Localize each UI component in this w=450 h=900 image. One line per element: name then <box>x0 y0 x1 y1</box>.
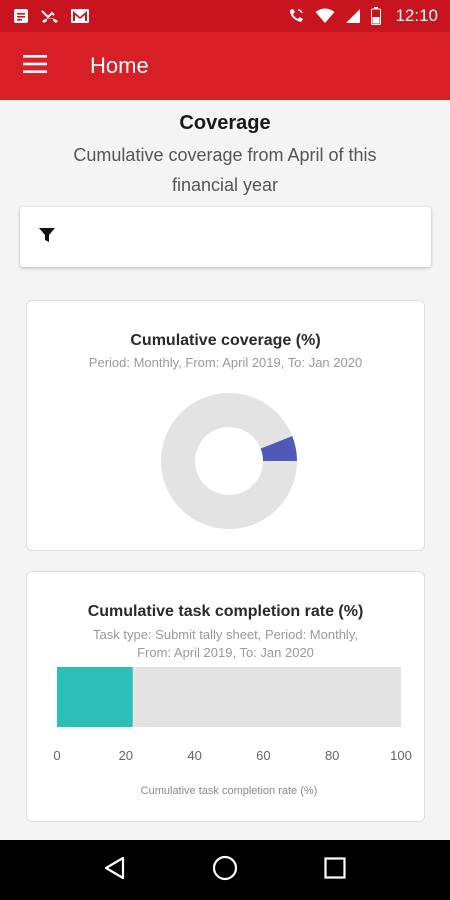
donut-slice-remaining <box>161 393 297 529</box>
recents-button[interactable] <box>310 845 360 895</box>
coverage-donut-chart <box>161 393 297 529</box>
x-tick-label: 0 <box>53 748 60 763</box>
system-nav-bar <box>0 840 450 900</box>
page-subtitle: Cumulative coverage from April of this f… <box>73 145 377 195</box>
notification-icon <box>12 7 30 25</box>
coverage-chart-title: Cumulative coverage (%) <box>130 332 321 349</box>
coverage-chart-subtitle: Period: Monthly, From: April 2019, To: J… <box>88 355 363 370</box>
recents-icon <box>324 856 346 884</box>
completion-x-axis-label: Cumulative task completion rate (%) <box>141 785 318 797</box>
x-tick-label: 40 <box>187 748 201 763</box>
filter-bar[interactable] <box>20 207 431 267</box>
menu-button[interactable] <box>0 32 70 100</box>
x-tick-label: 80 <box>325 748 339 763</box>
app-title: Home <box>90 53 149 78</box>
wifi-call-icon <box>287 7 305 25</box>
wifi-icon <box>315 8 335 24</box>
coverage-card: Cumulative coverage (%) Period: Monthly,… <box>26 300 425 551</box>
completion-card: Cumulative task completion rate (%) Task… <box>26 571 425 822</box>
back-icon <box>104 856 126 885</box>
status-time: 12:10 <box>395 6 438 25</box>
status-right-icons: 12:10 <box>287 6 438 26</box>
missed-call-icon <box>40 7 60 25</box>
status-bar: 12:10 <box>0 0 450 32</box>
x-tick-label: 20 <box>119 748 133 763</box>
home-button[interactable] <box>200 845 250 895</box>
completion-bar <box>57 667 133 727</box>
x-tick-label: 60 <box>256 748 270 763</box>
back-button[interactable] <box>90 845 140 895</box>
home-icon <box>212 855 238 886</box>
page-title: Coverage <box>179 112 271 134</box>
filter-icon[interactable] <box>38 226 56 249</box>
menu-icon <box>23 54 47 78</box>
signal-icon <box>345 8 361 24</box>
app-bar: Home <box>0 32 450 100</box>
status-left-icons <box>12 7 90 25</box>
completion-bar-chart: 0 20 40 60 80 100 Cumulative task completion … <box>53 667 412 797</box>
battery-icon <box>371 7 382 25</box>
x-tick-label: 100 <box>390 748 412 763</box>
gmail-icon <box>70 8 90 24</box>
